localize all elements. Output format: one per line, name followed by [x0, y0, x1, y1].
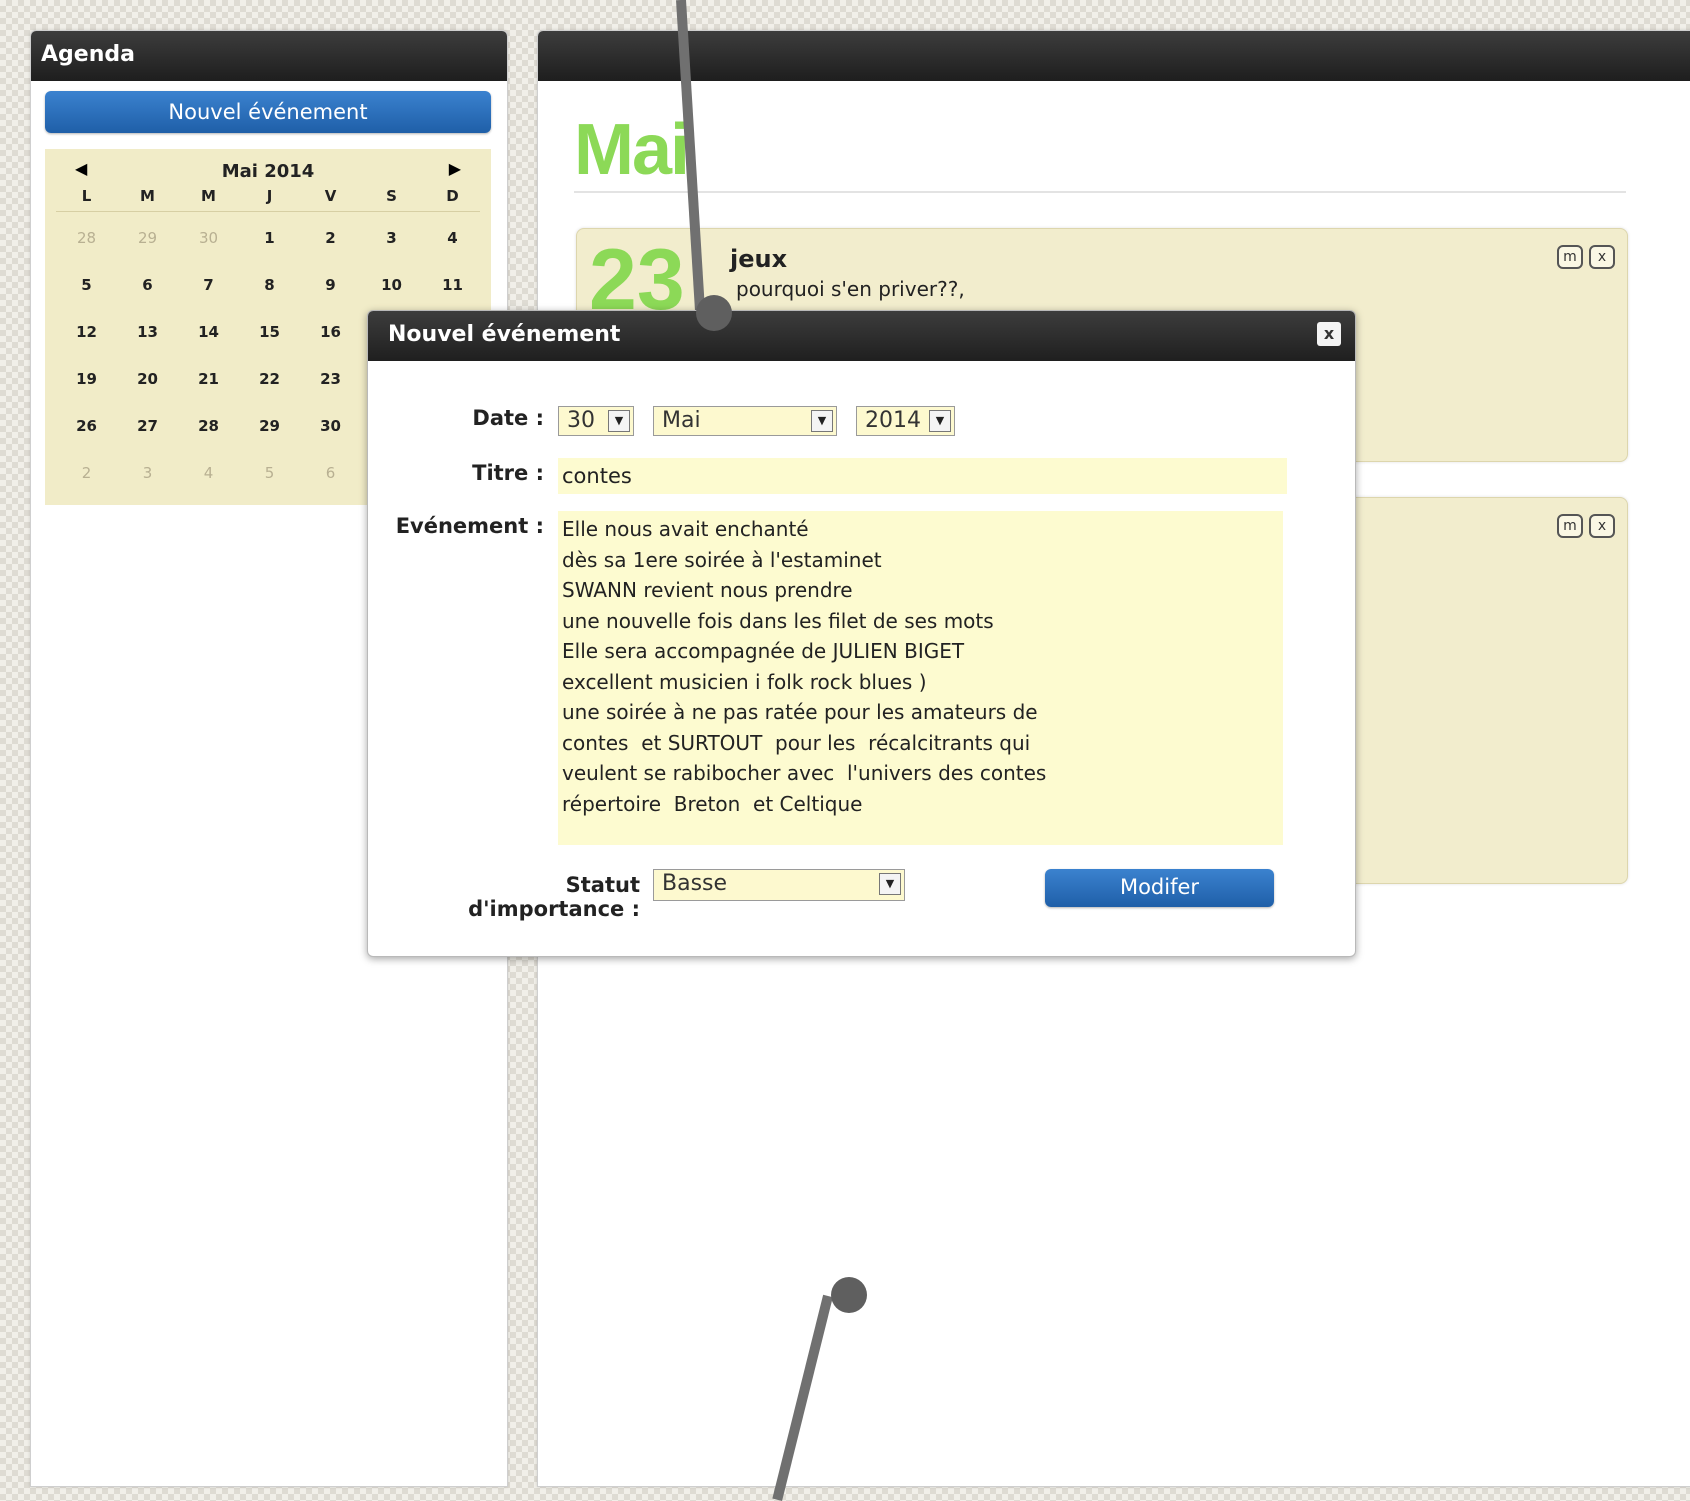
callout-dot: [831, 1277, 867, 1313]
calendar-day[interactable]: 23: [300, 356, 361, 403]
calendar-day[interactable]: 29: [239, 403, 300, 450]
event-text-line: une soirée à ne pas ratée pour les amate…: [562, 700, 1038, 724]
calendar-day[interactable]: 28: [56, 215, 117, 262]
event-text-line: une nouvelle fois dans les filet de ses …: [562, 608, 994, 633]
status-select-value: Basse: [662, 871, 728, 896]
date-label: Date :: [472, 406, 544, 430]
chevron-down-icon[interactable]: ▼: [879, 873, 901, 895]
calendar-day[interactable]: 10: [361, 262, 422, 309]
chevron-down-icon[interactable]: ▼: [929, 410, 951, 432]
edit-event-button[interactable]: m: [1557, 245, 1583, 269]
calendar-day[interactable]: 16: [300, 309, 361, 356]
year-select-value: 2014: [865, 408, 921, 433]
event-text-line: Elle sera accompagnée de JULIEN BIGET: [562, 639, 965, 663]
edit-event-button[interactable]: m: [1557, 514, 1583, 538]
status-select[interactable]: Basse ▼: [653, 869, 905, 901]
calendar-day[interactable]: 4: [422, 215, 483, 262]
event-text-line: dès sa 1ere soirée à l'estaminet: [562, 547, 882, 572]
chevron-down-icon[interactable]: ▼: [811, 410, 833, 432]
month-title: Mai: [574, 110, 690, 190]
weekday-header: S: [386, 187, 397, 205]
event-label: Evénement :: [395, 514, 544, 538]
month-panel-header: [538, 31, 1690, 81]
calendar-day[interactable]: 5: [56, 262, 117, 309]
calendar-day[interactable]: 4: [178, 450, 239, 497]
event-description: pourquoi s'en priver??,: [736, 277, 965, 301]
calendar-day[interactable]: 19: [56, 356, 117, 403]
month-divider: [574, 191, 1626, 193]
month-select[interactable]: Mai ▼: [653, 406, 837, 436]
status-label: Statut d'importance :: [468, 873, 640, 921]
calendar-day[interactable]: 7: [178, 262, 239, 309]
event-text-line: veulent se rabibocher avec l'univers des…: [562, 761, 1047, 785]
calendar-header: ◀ Mai 2014 ▶: [45, 159, 491, 183]
agenda-header: Agenda: [31, 31, 507, 81]
dialog-header: Nouvel événement x: [368, 311, 1355, 361]
weekday-header: D: [446, 187, 459, 205]
calendar-day[interactable]: 26: [56, 403, 117, 450]
event-title: jeux: [730, 245, 788, 273]
event-textarea[interactable]: Elle nous avait enchanté dès sa 1ere soir…: [558, 511, 1283, 845]
new-event-button[interactable]: Nouvel événement: [45, 91, 491, 133]
next-month-icon[interactable]: ▶: [449, 159, 461, 178]
event-text-line: répertoire Breton et Celtique: [562, 791, 863, 816]
calendar-day[interactable]: 27: [117, 403, 178, 450]
calendar-day[interactable]: 9: [300, 262, 361, 309]
title-label: Titre :: [472, 461, 544, 485]
calendar-day[interactable]: 6: [117, 262, 178, 309]
calendar-day[interactable]: 14: [178, 309, 239, 356]
callout-dot: [696, 295, 732, 331]
day-select[interactable]: 30 ▼: [558, 406, 634, 436]
calendar-day[interactable]: 15: [239, 309, 300, 356]
month-select-value: Mai: [662, 408, 701, 433]
title-input[interactable]: contes: [558, 458, 1287, 494]
delete-event-button[interactable]: x: [1589, 245, 1615, 269]
weekday-header: V: [324, 187, 337, 205]
new-event-dialog: Nouvel événement x Date : 30 ▼ Mai ▼ 201…: [367, 310, 1356, 957]
calendar-day[interactable]: 13: [117, 309, 178, 356]
submit-button[interactable]: Modifer: [1045, 869, 1274, 907]
weekday-header: M: [201, 187, 216, 205]
calendar-day[interactable]: 6: [300, 450, 361, 497]
calendar-day[interactable]: 2: [56, 450, 117, 497]
calendar-day[interactable]: 28: [178, 403, 239, 450]
calendar-day[interactable]: 29: [117, 215, 178, 262]
close-icon[interactable]: x: [1317, 322, 1341, 346]
year-select[interactable]: 2014 ▼: [856, 406, 955, 436]
calendar-day[interactable]: 5: [239, 450, 300, 497]
calendar-day[interactable]: 20: [117, 356, 178, 403]
calendar-day[interactable]: 21: [178, 356, 239, 403]
calendar-day[interactable]: 3: [361, 215, 422, 262]
weekday-header: L: [81, 187, 92, 205]
event-text-line: excellent musicien i folk rock blues ): [562, 669, 927, 694]
calendar-day[interactable]: 30: [178, 215, 239, 262]
event-text-line: SWANN revient nous prendre: [562, 578, 853, 602]
weekday-header: J: [266, 187, 273, 205]
dialog-title: Nouvel événement: [388, 322, 621, 347]
event-text-line: contes et SURTOUT pour les récalcitrants…: [562, 730, 1031, 755]
calendar-day[interactable]: 1: [239, 215, 300, 262]
delete-event-button[interactable]: x: [1589, 514, 1615, 538]
calendar-day[interactable]: 11: [422, 262, 483, 309]
event-text-line: Elle nous avait enchanté: [562, 517, 809, 541]
calendar-weekdays: LMMJVSD: [56, 187, 486, 209]
calendar-day[interactable]: 12: [56, 309, 117, 356]
calendar-month-title: Mai 2014: [221, 161, 315, 182]
calendar-day[interactable]: 30: [300, 403, 361, 450]
day-select-value: 30: [567, 408, 595, 433]
calendar-day[interactable]: 2: [300, 215, 361, 262]
calendar-day[interactable]: 8: [239, 262, 300, 309]
chevron-down-icon[interactable]: ▼: [608, 410, 630, 432]
weekday-header: M: [140, 187, 155, 205]
calendar-day[interactable]: 22: [239, 356, 300, 403]
calendar-day[interactable]: 3: [117, 450, 178, 497]
calendar-divider: [56, 211, 480, 212]
